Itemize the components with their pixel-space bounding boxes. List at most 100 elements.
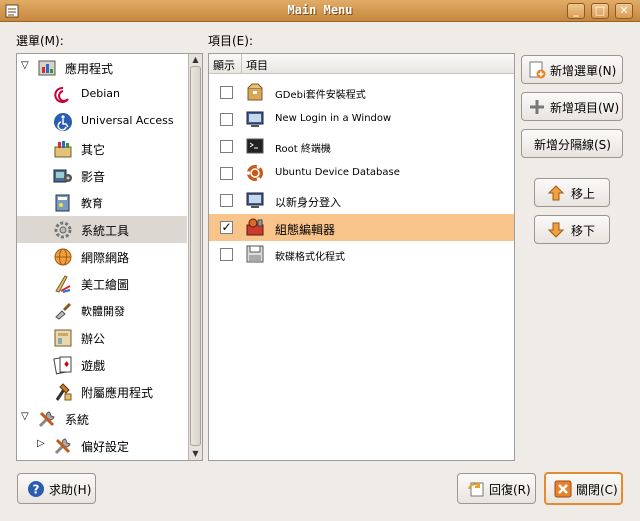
tree-label: 影音: [81, 170, 106, 184]
item-row[interactable]: Root 終端機: [209, 133, 514, 160]
move-up-label: 移上: [571, 187, 596, 201]
tree-row-debian[interactable]: Debian: [17, 81, 187, 108]
tree-row-office[interactable]: 辦公: [17, 324, 187, 351]
move-up-button[interactable]: 移上: [534, 178, 610, 207]
help-button[interactable]: ? 求助(H): [17, 473, 96, 504]
tree-scrollbar[interactable]: ▲ ▼: [188, 54, 202, 460]
programming-trowel-icon: [55, 302, 72, 320]
show-checkbox[interactable]: [220, 194, 233, 207]
tree-label: Debian: [81, 87, 120, 100]
globe-icon: [54, 248, 72, 266]
item-label: 軟碟格式化程式: [275, 252, 345, 263]
close-button[interactable]: 關閉(C): [544, 472, 623, 505]
item-row[interactable]: 軟碟格式化程式: [209, 241, 514, 268]
tree-row-programming[interactable]: 軟體開發: [17, 297, 187, 324]
tree-label: 美工繪圖: [81, 278, 130, 292]
show-checkbox[interactable]: ✓: [220, 221, 233, 234]
new-menu-label: 新增選單(N): [550, 64, 617, 78]
minimize-button[interactable]: _: [567, 3, 585, 19]
window-title: Main Menu: [287, 3, 353, 17]
new-separator-label: 新增分隔線(S): [534, 138, 611, 152]
tree-label: Universal Access: [81, 114, 174, 127]
move-down-button[interactable]: 移下: [534, 215, 610, 244]
close-x-icon: [554, 480, 572, 498]
help-icon: ?: [28, 481, 44, 497]
tree-row-universal-access[interactable]: Universal Access: [17, 108, 187, 135]
item-row[interactable]: Ubuntu Device Database: [209, 160, 514, 187]
scroll-thumb[interactable]: [190, 66, 201, 446]
item-label: New Login in a Window: [275, 113, 392, 124]
revert-button[interactable]: 回復(R): [457, 473, 536, 504]
tree-row-other[interactable]: 其它: [17, 135, 187, 162]
tree-label: 系統工具: [81, 224, 130, 238]
show-checkbox[interactable]: [220, 86, 233, 99]
column-header-show[interactable]: 顯示: [209, 54, 242, 74]
office-icon: [54, 329, 72, 347]
item-row[interactable]: GDebi套件安裝程式: [209, 79, 514, 106]
tree-label: 應用程式: [65, 62, 114, 76]
tree-label: 系統: [65, 413, 90, 427]
title-bar[interactable]: Main Menu _ □ ✕: [0, 0, 640, 22]
expander-open-icon[interactable]: ▽: [21, 60, 29, 71]
items-table[interactable]: 顯示 項目 GDebi套件安裝程式 New Login in a Window …: [208, 53, 515, 461]
new-separator-button[interactable]: 新增分隔線(S): [521, 129, 623, 158]
tree-row-internet[interactable]: 網際網路: [17, 243, 187, 270]
revert-icon: [468, 482, 484, 497]
tree-row-games[interactable]: ♦ 遊戲: [17, 351, 187, 378]
menu-tree[interactable]: ▽ 應用程式 Debian Universal Access 其它 影音 教育 …: [16, 53, 203, 461]
tree-row-applications[interactable]: ▽ 應用程式: [17, 54, 187, 81]
tree-row-preferences[interactable]: ▷ 偏好設定: [17, 432, 187, 459]
tree-row-accessories[interactable]: 附屬應用程式: [17, 378, 187, 405]
item-row[interactable]: New Login in a Window: [209, 106, 514, 133]
show-checkbox[interactable]: [220, 167, 233, 180]
svg-text:♦: ♦: [63, 360, 70, 369]
tree-row-education[interactable]: 教育: [17, 189, 187, 216]
applications-icon: [38, 60, 56, 76]
move-down-label: 移下: [571, 224, 596, 238]
show-checkbox[interactable]: [220, 140, 233, 153]
item-row[interactable]: ✓ 組態編輯器: [209, 214, 514, 241]
help-label: 求助(H): [49, 483, 92, 497]
column-header-item[interactable]: 項目: [242, 54, 514, 74]
config-editor-icon: [246, 218, 264, 236]
new-item-label: 新增項目(W): [550, 101, 620, 115]
tree-label: 教育: [81, 197, 103, 210]
items-label: 項目(E):: [208, 34, 253, 48]
accessories-icon: [55, 383, 72, 401]
item-row[interactable]: 以新身分登入: [209, 187, 514, 214]
gear-icon: [54, 221, 72, 239]
close-window-button[interactable]: ✕: [615, 3, 633, 19]
scroll-down-arrow-icon[interactable]: ▼: [189, 449, 202, 459]
tree-label: 軟體開發: [81, 305, 125, 318]
tree-row-system[interactable]: ▽ 系統: [17, 405, 187, 432]
show-checkbox[interactable]: [220, 113, 233, 126]
maximize-button[interactable]: □: [591, 3, 609, 19]
expander-closed-icon[interactable]: ▷: [37, 438, 45, 449]
item-label: GDebi套件安裝程式: [275, 90, 366, 101]
tree-label: 辦公: [81, 332, 106, 346]
login-window-icon: [246, 111, 264, 127]
tree-row-graphics[interactable]: 美工繪圖: [17, 270, 187, 297]
arrow-up-icon: [547, 185, 565, 201]
education-icon: [55, 194, 70, 212]
expander-open-icon[interactable]: ▽: [21, 411, 29, 422]
terminal-icon: [246, 138, 264, 154]
scroll-up-arrow-icon[interactable]: ▲: [189, 55, 202, 65]
other-apps-icon: [54, 141, 72, 158]
new-item-button[interactable]: 新增項目(W): [521, 92, 623, 121]
tree-label: 其它: [81, 143, 106, 157]
svg-text:?: ?: [33, 483, 40, 497]
menus-label: 選單(M):: [16, 34, 64, 48]
debian-swirl-icon: [54, 86, 69, 103]
show-checkbox[interactable]: [220, 248, 233, 261]
floppy-disk-icon: [246, 245, 264, 263]
item-label: Root 終端機: [275, 144, 331, 155]
system-tools-icon: [38, 411, 55, 428]
arrow-down-icon: [547, 222, 565, 238]
tree-row-system-tools[interactable]: 系統工具: [17, 216, 187, 243]
plus-icon: [530, 100, 544, 114]
new-menu-button[interactable]: 新增選單(N): [521, 55, 623, 84]
accessibility-icon: [54, 113, 72, 131]
package-installer-icon: [247, 83, 263, 101]
tree-row-multimedia[interactable]: 影音: [17, 162, 187, 189]
